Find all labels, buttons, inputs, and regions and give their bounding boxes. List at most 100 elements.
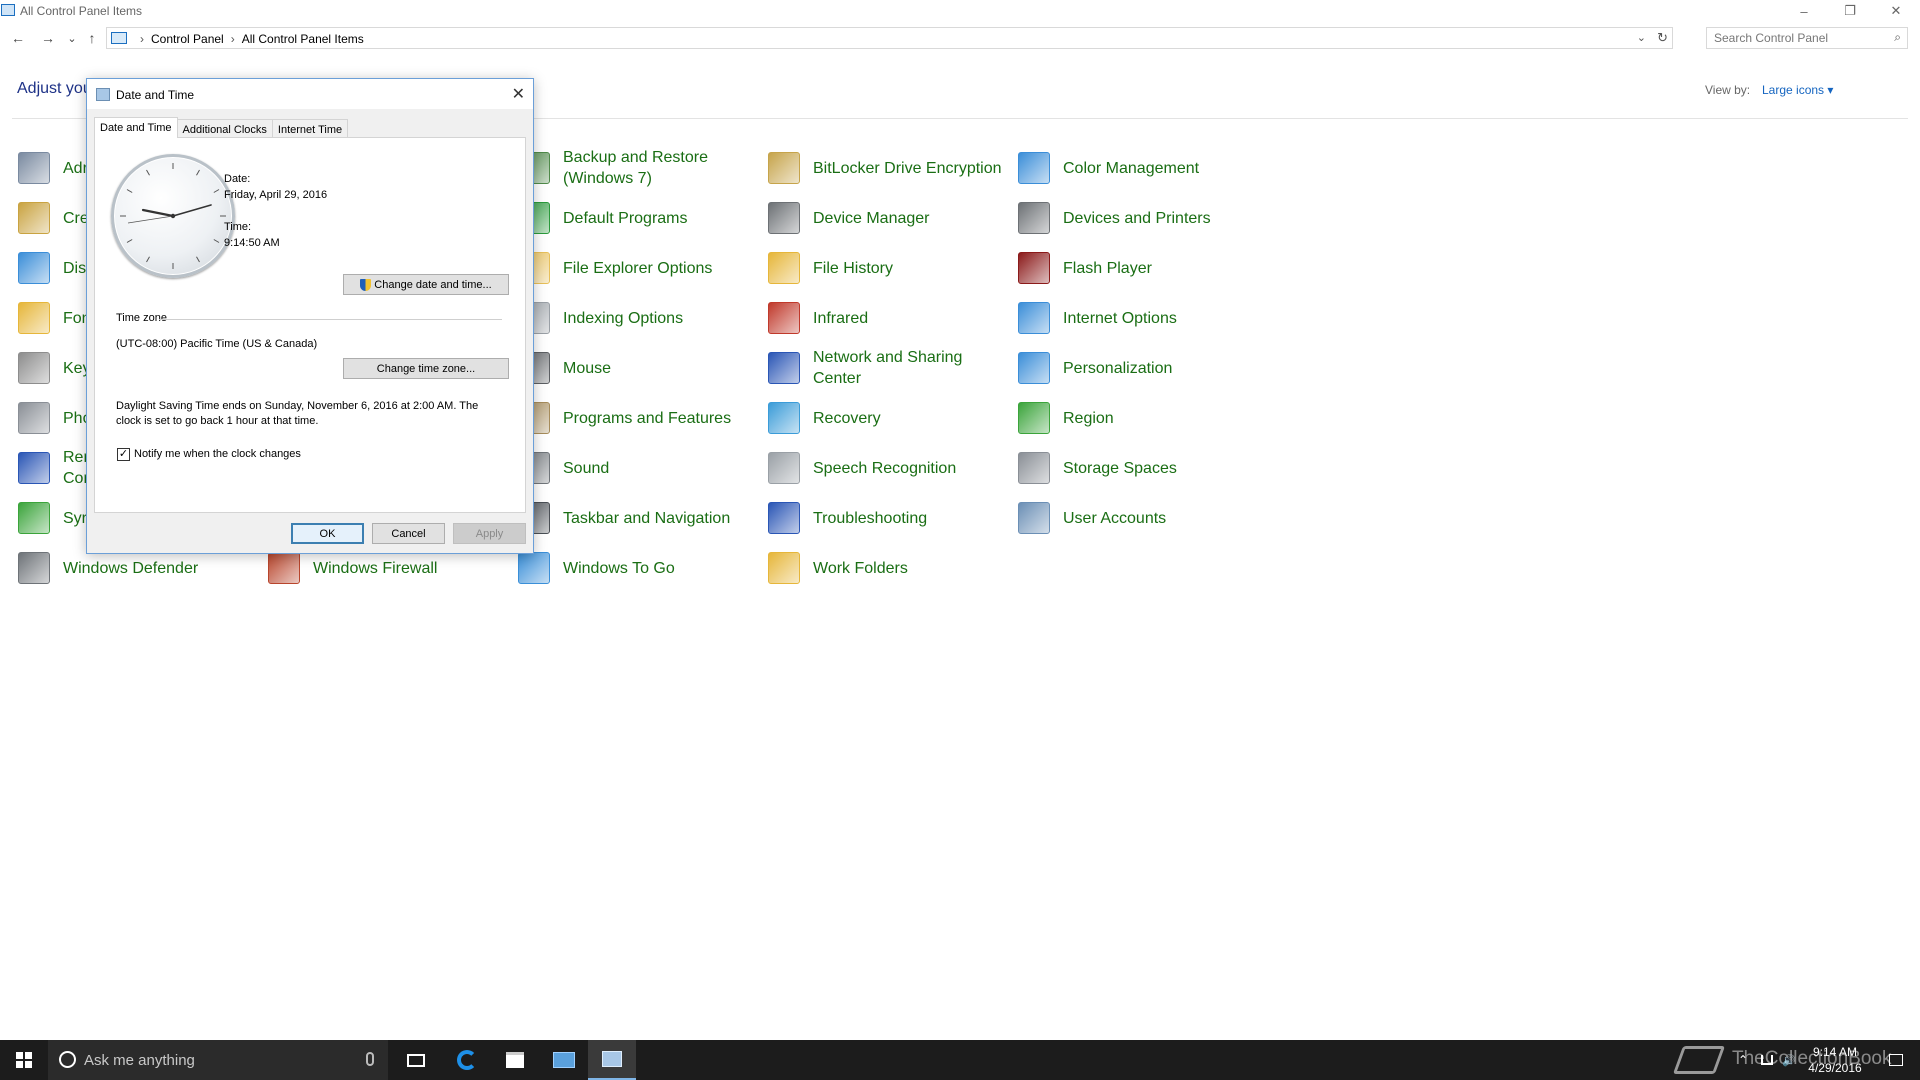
chevron-down-icon[interactable]: ⌄ — [1637, 31, 1646, 44]
notify-label[interactable]: Notify me when the clock changes — [134, 448, 301, 460]
speech-recognition-icon — [768, 452, 800, 484]
tab-date-and-time[interactable]: Date and Time — [94, 117, 178, 138]
control-panel-item[interactable]: Programs and Features — [518, 398, 731, 438]
phone-and-modem-icon — [18, 402, 50, 434]
control-panel-item[interactable]: Troubleshooting — [768, 498, 927, 538]
edge-icon — [457, 1050, 477, 1070]
control-panel-item-label: Storage Spaces — [1063, 459, 1177, 477]
close-icon[interactable]: ✕ — [512, 84, 525, 104]
up-arrow-icon[interactable]: ↑ — [82, 28, 102, 48]
storage-spaces-icon — [1018, 452, 1050, 484]
control-panel-item[interactable]: Taskbar and Navigation — [518, 498, 730, 538]
action-center-icon — [1889, 1054, 1903, 1066]
edge-button[interactable] — [443, 1040, 491, 1080]
show-hidden-icons-button[interactable]: ⌃ — [1732, 1040, 1754, 1080]
change-time-zone-button[interactable]: Change time zone... — [343, 358, 509, 379]
control-panel-item[interactable]: Backup and Restore (Windows 7) — [518, 148, 708, 188]
cancel-button[interactable]: Cancel — [372, 523, 445, 544]
date-time-dialog: Date and Time ✕ Date and Time Additional… — [86, 78, 534, 554]
control-panel-item-label: Troubleshooting — [813, 509, 928, 527]
control-panel-item[interactable]: Device Manager — [768, 198, 930, 238]
microphone-icon[interactable] — [366, 1052, 374, 1066]
administrative-tools-icon — [18, 152, 50, 184]
region-icon — [1018, 402, 1050, 434]
control-panel-item-label: Color Management — [1063, 159, 1200, 177]
control-panel-item[interactable]: Adr — [18, 148, 88, 188]
control-panel-item[interactable]: Default Programs — [518, 198, 688, 238]
control-panel-item-label: Speech Recognition — [813, 459, 957, 477]
refresh-icon[interactable]: ↻ — [1657, 30, 1668, 46]
change-date-time-button[interactable]: Change date and time... — [343, 274, 509, 295]
control-panel-item[interactable]: File History — [768, 248, 893, 288]
control-panel-item[interactable]: Personalization — [1018, 348, 1172, 388]
control-panel-item[interactable]: Rer Cor — [18, 448, 89, 488]
breadcrumb-control-panel[interactable]: Control Panel — [151, 32, 224, 46]
credential-manager-icon — [18, 202, 50, 234]
control-panel-item[interactable]: File Explorer Options — [518, 248, 712, 288]
control-panel-item[interactable]: Dis — [18, 248, 86, 288]
infrared-icon — [768, 302, 800, 334]
control-panel-item[interactable]: Cre — [18, 198, 89, 238]
color-management-icon — [1018, 152, 1050, 184]
forward-arrow-icon[interactable]: → — [38, 28, 58, 48]
close-window-button[interactable]: ✕ — [1873, 0, 1919, 22]
date-time-taskbar-button[interactable] — [588, 1040, 636, 1080]
network-sharing-icon — [768, 352, 800, 384]
taskbar-clock[interactable]: 9:14 AM 4/29/2016 — [1791, 1044, 1879, 1076]
task-view-button[interactable] — [392, 1040, 440, 1080]
apply-button[interactable]: Apply — [453, 523, 526, 544]
display-icon — [18, 252, 50, 284]
control-panel-item[interactable]: Network and Sharing Center — [768, 348, 962, 388]
notify-checkbox[interactable]: ✓ — [117, 448, 130, 461]
search-input[interactable] — [1707, 28, 1882, 48]
ok-button[interactable]: OK — [291, 523, 364, 544]
minimize-button[interactable]: – — [1781, 0, 1827, 22]
control-panel-item[interactable]: Flash Player — [1018, 248, 1152, 288]
control-panel-item[interactable]: Windows To Go — [518, 548, 675, 588]
cortana-search-input[interactable] — [84, 1049, 344, 1071]
control-panel-item[interactable]: Devices and Printers — [1018, 198, 1211, 238]
change-date-time-label: Change date and time... — [374, 278, 492, 291]
control-panel-item[interactable]: Infrared — [768, 298, 868, 338]
bitlocker-icon — [768, 152, 800, 184]
navigation-bar: ← → ⌄ ↑ › Control Panel › All Control Panel… — [0, 26, 1920, 52]
back-arrow-icon[interactable]: ← — [8, 28, 28, 48]
tab-internet-time[interactable]: Internet Time — [271, 119, 349, 138]
cortana-search-box — [48, 1040, 388, 1080]
restore-button[interactable]: ❐ — [1827, 0, 1873, 22]
control-panel-item[interactable]: Region — [1018, 398, 1114, 438]
control-panel-item-label: File Explorer Options — [563, 259, 713, 277]
search-icon[interactable]: ⌕ — [1894, 30, 1901, 45]
control-panel-item[interactable]: Speech Recognition — [768, 448, 956, 488]
store-button[interactable] — [491, 1040, 539, 1080]
address-bar[interactable]: › Control Panel › All Control Panel Items ⌄… — [106, 27, 1673, 49]
control-panel-item[interactable]: Color Management — [1018, 148, 1199, 188]
control-panel-item[interactable]: Fon — [18, 298, 91, 338]
control-panel-item[interactable]: Syr — [18, 498, 87, 538]
control-panel-item[interactable]: Recovery — [768, 398, 881, 438]
control-panel-item[interactable]: Pho — [18, 398, 91, 438]
control-panel-item[interactable]: User Accounts — [1018, 498, 1166, 538]
action-center-button[interactable] — [1882, 1040, 1910, 1080]
analog-clock — [111, 154, 235, 278]
flash-player-icon — [1018, 252, 1050, 284]
control-panel-item[interactable]: Indexing Options — [518, 298, 683, 338]
view-by-dropdown[interactable]: Large icons ▾ — [1762, 83, 1833, 97]
control-panel-item[interactable]: BitLocker Drive Encryption — [768, 148, 1002, 188]
control-panel-item[interactable]: Windows Defender — [18, 548, 198, 588]
control-panel-item[interactable]: Storage Spaces — [1018, 448, 1177, 488]
start-button[interactable] — [0, 1040, 48, 1080]
windows-to-go-icon — [518, 552, 550, 584]
network-tray-icon[interactable] — [1756, 1040, 1778, 1080]
breadcrumb-all-items[interactable]: All Control Panel Items — [242, 32, 364, 46]
control-panel-item[interactable]: Work Folders — [768, 548, 908, 588]
control-panel-item-label: Internet Options — [1063, 309, 1177, 327]
control-panel-item[interactable]: Internet Options — [1018, 298, 1177, 338]
control-panel-taskbar-button[interactable] — [540, 1040, 588, 1080]
view-by-label: View by: — [1705, 83, 1751, 97]
tab-additional-clocks[interactable]: Additional Clocks — [176, 119, 273, 138]
recent-locations-icon[interactable]: ⌄ — [62, 28, 82, 48]
control-panel-item[interactable]: Windows Firewall — [268, 548, 437, 588]
control-panel-item[interactable]: Key — [18, 348, 91, 388]
time-value: 9:14:50 AM — [224, 237, 280, 249]
